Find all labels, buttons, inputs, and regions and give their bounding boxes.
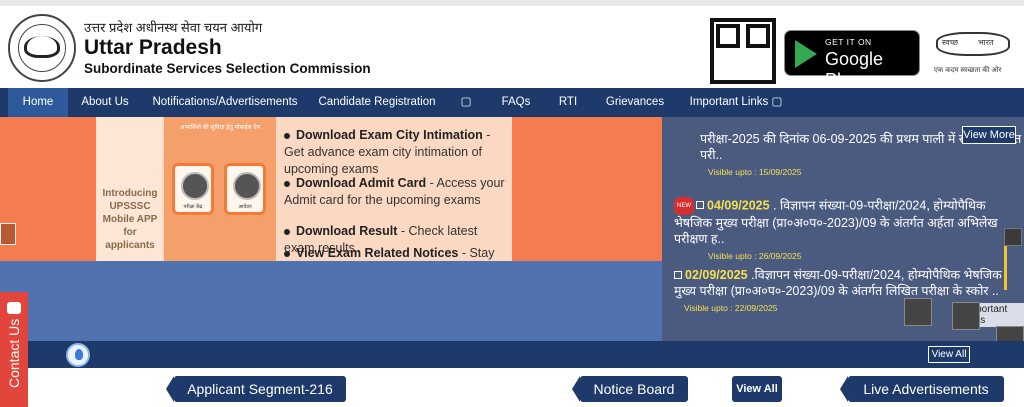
info-band: [0, 341, 1024, 368]
play-button[interactable]: [952, 302, 980, 330]
phone-card-exam: परीक्षा केंद्र: [172, 163, 214, 215]
view-more-button[interactable]: View More: [962, 126, 1016, 144]
feature-head: Download Admit Card: [296, 176, 427, 190]
swachh-left-text: स्वच्छ: [942, 38, 959, 47]
nav-home[interactable]: Home: [8, 88, 68, 117]
phone-card-label: परीक्षा केंद्र: [183, 204, 203, 210]
chat-icon: [7, 302, 21, 314]
gplay-big-label: Google Play: [825, 49, 884, 90]
phone-card-apply: आवेदन: [224, 163, 266, 215]
notice-body: 02/09/2025 .विज्ञापन संख्या-09-परीक्षा/2…: [674, 267, 1004, 299]
live-advertisements-heading[interactable]: Live Advertisements: [840, 376, 1004, 402]
qr-code-icon: [710, 18, 776, 84]
phone-mockup: अभ्यर्थियों की सुविधा हेतु मोबाईल ऐप परी…: [164, 117, 276, 261]
nav-notifications[interactable]: Notifications/Advertisements: [146, 88, 304, 117]
site-title-hindi: उत्तर प्रदेश अधीनस्थ सेवा चयन आयोग: [84, 20, 263, 35]
nav-rti[interactable]: RTI: [550, 88, 586, 117]
notice-date: 02/09/2025: [685, 268, 748, 282]
feature-head: Download Exam City Intimation: [296, 128, 483, 142]
notice-visible-upto: Visible upto : 15/09/2025: [708, 167, 802, 177]
feature-head: View Exam Related Notices: [296, 246, 459, 260]
contact-us-label: Contact Us: [6, 318, 22, 388]
phone-card-label: आवेदन: [238, 204, 252, 210]
nav-grievances[interactable]: Grievances: [596, 88, 674, 117]
bullet-icon: [284, 180, 290, 187]
bullet-icon: [284, 250, 290, 257]
nav-about-us[interactable]: About Us: [72, 88, 138, 117]
nav-important-links[interactable]: Important Links ▢: [684, 88, 788, 117]
applicant-segment-heading[interactable]: Applicant Segment-216: [166, 376, 346, 402]
gplay-small-label: GET IT ON: [825, 37, 872, 47]
bullet-icon: [284, 132, 290, 139]
lightbulb-icon[interactable]: [66, 343, 90, 367]
emblem-icon: [233, 172, 261, 200]
swachh-right-text: भारत: [978, 38, 994, 47]
view-all-button[interactable]: View All: [928, 346, 970, 363]
nav-candidate-registration[interactable]: Candidate Registration: [312, 88, 442, 117]
contact-us-tab[interactable]: Contact Us: [0, 292, 28, 407]
notice-body: NEW 04/09/2025 . विज्ञापन संख्या-09-परीक्…: [674, 197, 1004, 247]
swachh-bharat-logo[interactable]: स्वच्छ भारत एक कदम स्वच्छता की ओर: [932, 20, 1018, 82]
nav-faqs[interactable]: FAQs: [490, 88, 542, 117]
bullet-icon: [284, 228, 290, 235]
doc-icon: [674, 271, 682, 279]
main-nav: Home About Us Notifications/Advertisemen…: [0, 88, 1024, 117]
notice-visible-upto: Visible upto : 26/09/2025: [708, 251, 802, 261]
feature-item: Download Exam City Intimation - Get adva…: [284, 127, 510, 178]
pause-button[interactable]: [904, 298, 932, 326]
notice-item[interactable]: NEW 04/09/2025 . विज्ञापन संख्या-09-परीक्…: [674, 197, 1004, 261]
google-play-button[interactable]: GET IT ON Google Play: [784, 30, 920, 90]
nav-box-icon[interactable]: ▢: [452, 88, 480, 117]
upsssc-emblem-icon[interactable]: [8, 14, 76, 82]
hero-slider: Introducing UPSSSC Mobile APP for applic…: [0, 117, 662, 341]
notice-date: 04/09/2025: [707, 198, 770, 213]
ticker-scroll-handle[interactable]: [1004, 228, 1022, 246]
emblem-icon: [181, 172, 209, 200]
google-play-icon: [795, 40, 817, 68]
feature-item: Download Admit Card - Access your Admit …: [284, 175, 510, 209]
swachh-tagline: एक कदम स्वच्छता की ओर: [934, 67, 1002, 74]
phone-header-text: अभ्यर्थियों की सुविधा हेतु मोबाईल ऐप: [179, 125, 261, 131]
notice-board-view-all-button[interactable]: View All: [732, 376, 782, 402]
feature-head: Download Result: [296, 224, 398, 238]
site-subtitle: Subordinate Services Selection Commissio…: [84, 61, 371, 76]
emblem-fish-icon: [24, 36, 60, 58]
mobile-app-banner[interactable]: Introducing UPSSSC Mobile APP for applic…: [96, 117, 512, 261]
feature-item: View Exam Related Notices - Stay Updated: [284, 245, 510, 261]
hero-blue-band: [0, 261, 662, 341]
banner-intro-text: Introducing UPSSSC Mobile APP for applic…: [102, 188, 158, 251]
doc-icon: [696, 201, 704, 210]
new-badge-icon: NEW: [674, 197, 694, 215]
slider-prev-button[interactable]: [0, 223, 16, 245]
site-header: उत्तर प्रदेश अधीनस्थ सेवा चयन आयोग Uttar…: [0, 6, 1024, 90]
site-title: Uttar Pradesh: [84, 36, 222, 59]
notice-board-heading[interactable]: Notice Board: [572, 376, 688, 402]
banner-left-panel: Introducing UPSSSC Mobile APP for applic…: [96, 117, 162, 261]
